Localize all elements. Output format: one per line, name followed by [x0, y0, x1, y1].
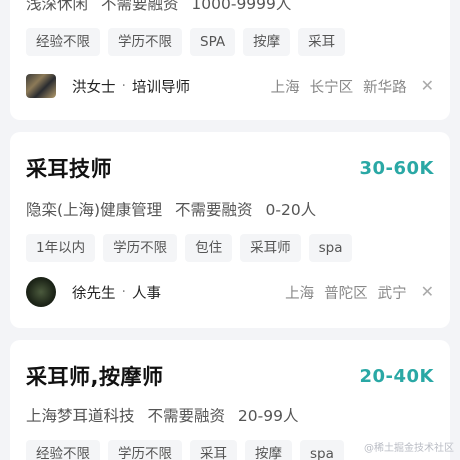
close-icon[interactable]: ✕ [421, 284, 434, 300]
avatar [26, 74, 56, 98]
funding-stage: 不需要融资 [100, 0, 179, 13]
job-feed: 浅深休闲 不需要融资 1000-9999人 经验不限 学历不限 SPA 按摩 采… [0, 0, 460, 460]
job-card[interactable]: 浅深休闲 不需要融资 1000-9999人 经验不限 学历不限 SPA 按摩 采… [10, 0, 450, 120]
avatar [26, 277, 56, 307]
job-tag: 采耳 [298, 28, 346, 56]
recruiter-role: 培训导师 [131, 79, 190, 96]
company-info: 上海梦耳道科技 不需要融资 20-99人 [26, 404, 434, 426]
salary-range: 20-40K [359, 365, 434, 387]
separator-dot: · [121, 284, 126, 300]
job-tag: 1年以内 [26, 234, 96, 262]
company-info: 隐栾(上海)健康管理 不需要融资 0-20人 [26, 198, 434, 220]
title-row: 采耳技师 30-60K [26, 154, 434, 182]
location-district: 普陀区 [324, 285, 368, 302]
job-tags: 1年以内 学历不限 包住 采耳师 spa [26, 234, 434, 262]
job-title: 采耳技师 [26, 157, 112, 181]
funding-stage: 不需要融资 [175, 201, 253, 219]
recruiter-row: 洪女士 · 培训导师 上海 长宁区 新华路 ✕ [26, 70, 434, 102]
location-area: 武宁 [377, 285, 407, 302]
recruiter-name: 徐先生 [72, 285, 116, 302]
location-city: 上海 [270, 79, 300, 96]
job-tag: 学历不限 [108, 28, 182, 56]
recruiter-row: 徐先生 · 人事 上海 普陀区 武宁 ✕ [26, 276, 434, 308]
job-tag: 经验不限 [26, 440, 100, 460]
job-card[interactable]: 采耳技师 30-60K 隐栾(上海)健康管理 不需要融资 0-20人 1年以内 … [10, 132, 450, 328]
company-size: 0-20人 [265, 201, 317, 219]
job-tag: 采耳 [190, 440, 237, 460]
location-city: 上海 [285, 285, 315, 302]
job-tag: 按摩 [243, 28, 291, 56]
job-tag: spa [308, 234, 353, 262]
location-area: 新华路 [363, 79, 407, 96]
company-size: 1000-9999人 [191, 0, 292, 13]
job-location: 上海 普陀区 武宁 [285, 282, 407, 303]
job-location: 上海 长宁区 新华路 [271, 76, 407, 97]
job-tag: spa [300, 440, 344, 460]
company-name: 浅深休闲 [26, 0, 89, 13]
recruiter-role: 人事 [131, 285, 161, 302]
job-tags: 经验不限 学历不限 SPA 按摩 采耳 [26, 28, 434, 56]
job-title: 采耳师,按摩师 [26, 365, 164, 389]
title-row: 采耳师,按摩师 20-40K [26, 362, 434, 390]
job-tag: 经验不限 [26, 28, 100, 56]
job-tag: SPA [190, 28, 236, 56]
job-tag: 学历不限 [108, 440, 182, 460]
company-size: 20-99人 [237, 407, 299, 425]
location-district: 长宁区 [309, 79, 354, 96]
close-icon[interactable]: ✕ [421, 78, 434, 94]
company-name: 上海梦耳道科技 [26, 407, 135, 425]
company-name: 隐栾(上海)健康管理 [26, 201, 163, 219]
watermark: @稀土掘金技术社区 [364, 443, 454, 454]
company-info: 浅深休闲 不需要融资 1000-9999人 [26, 0, 434, 14]
salary-range: 30-60K [359, 157, 434, 179]
job-tag: 采耳师 [240, 234, 301, 262]
job-tag: 按摩 [245, 440, 292, 460]
funding-stage: 不需要融资 [147, 407, 225, 425]
job-tag: 包住 [185, 234, 233, 262]
recruiter-name: 洪女士 [72, 79, 116, 96]
separator-dot: · [121, 78, 126, 94]
job-tag: 学历不限 [103, 234, 178, 262]
